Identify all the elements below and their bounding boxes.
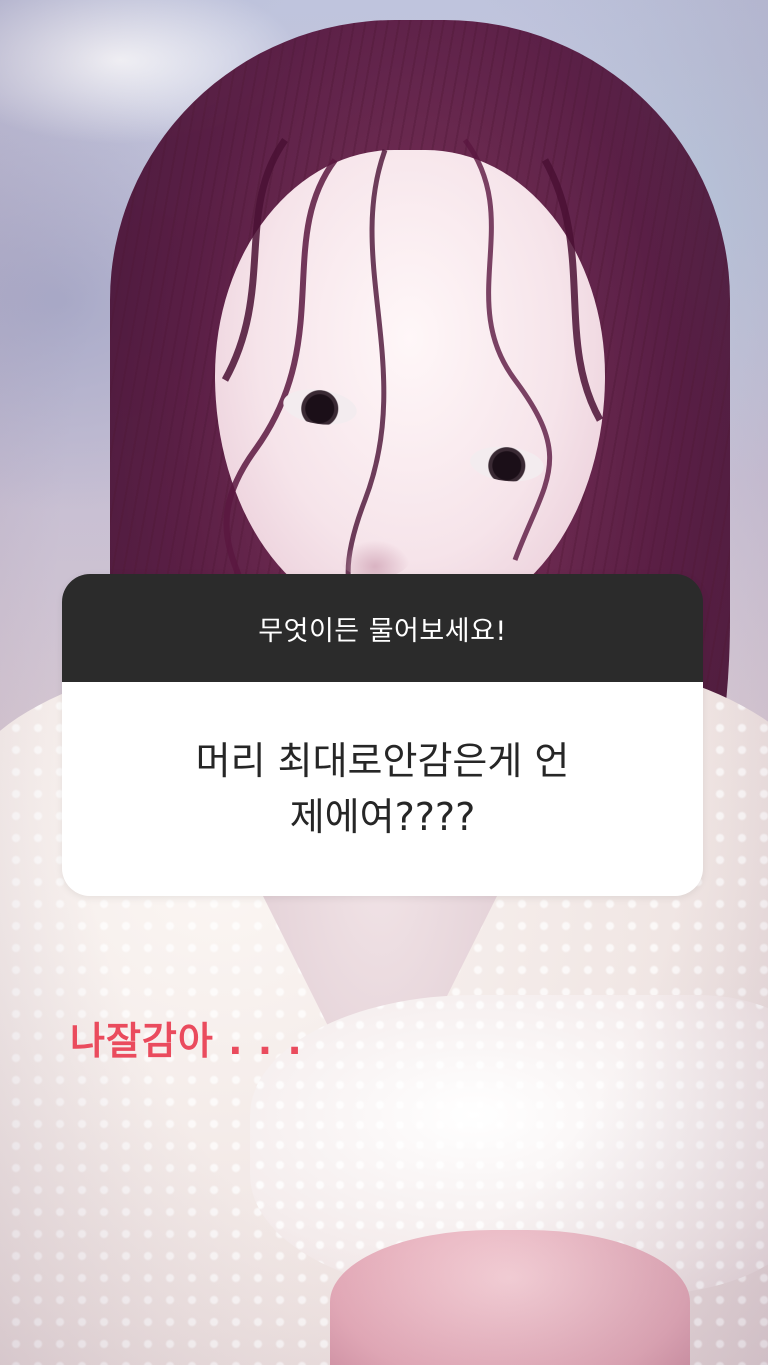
photo-nose (340, 540, 410, 578)
reply-caption: 나잘감아 . . . (70, 1019, 303, 1063)
question-sticker-header: 무엇이든 물어보세요! (62, 574, 703, 682)
photo-hand (330, 1230, 690, 1365)
question-prompt: 무엇이든 물어보세요! (258, 615, 507, 647)
story-viewer[interactable]: 무엇이든 물어보세요! 머리 최대로안감은게 언 제에여???? 나잘감아 . … (0, 0, 768, 1365)
question-text: 머리 최대로안감은게 언 제에여???? (196, 733, 570, 845)
question-text-line-1: 머리 최대로안감은게 언 (195, 739, 570, 783)
question-text-line-2: 제에여???? (289, 795, 476, 839)
question-sticker-body: 머리 최대로안감은게 언 제에여???? (62, 682, 703, 896)
question-sticker[interactable]: 무엇이든 물어보세요! 머리 최대로안감은게 언 제에여???? (62, 574, 703, 896)
